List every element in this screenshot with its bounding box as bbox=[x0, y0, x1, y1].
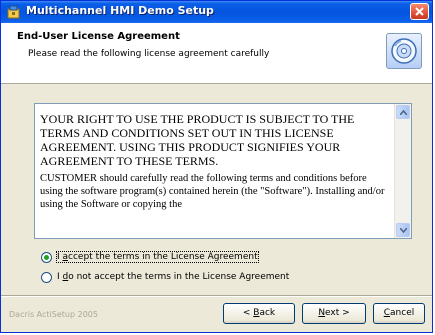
close-button[interactable] bbox=[410, 3, 429, 20]
back-label-post: ack bbox=[259, 308, 276, 318]
title-bar[interactable]: Multichannel HMI Demo Setup bbox=[1, 1, 432, 24]
scroll-down-button[interactable] bbox=[396, 223, 410, 237]
footer-divider bbox=[1, 295, 432, 297]
decline-label-post: o not accept the terms in the License Ag… bbox=[68, 272, 290, 282]
next-label-post: ext > bbox=[325, 308, 350, 318]
page-title: End-User License Agreement bbox=[17, 31, 180, 42]
close-icon bbox=[415, 7, 424, 16]
accept-label[interactable]: I accept the terms in the License Agreem… bbox=[56, 251, 259, 263]
setup-window: Multichannel HMI Demo Setup End-User Lic… bbox=[0, 0, 433, 333]
scroll-up-button[interactable] bbox=[396, 105, 410, 119]
setup-app-icon bbox=[7, 5, 20, 19]
installer-cd-icon bbox=[386, 33, 422, 69]
license-content: YOUR RIGHT TO USE THE PRODUCT IS SUBJECT… bbox=[40, 112, 390, 215]
next-button[interactable]: Next > bbox=[302, 303, 366, 324]
license-paragraph-2: CUSTOMER should carefully read the follo… bbox=[40, 173, 385, 210]
cancel-label-post: ancel bbox=[390, 308, 415, 318]
decline-radio-option[interactable]: I do not accept the terms in the License… bbox=[41, 269, 289, 285]
chevron-down-icon bbox=[400, 228, 407, 233]
back-label-pre: < bbox=[242, 308, 254, 318]
dialog-header: End-User License Agreement Please read t… bbox=[1, 23, 432, 84]
accept-radio-option[interactable]: I accept the terms in the License Agreem… bbox=[41, 249, 259, 265]
installer-brand: Dacris ActiSetup 2005 bbox=[9, 310, 98, 319]
accept-label-post: ccept the terms in the License Agreement bbox=[68, 252, 258, 262]
accept-radio[interactable] bbox=[41, 251, 52, 263]
page-subtitle: Please read the following license agreem… bbox=[28, 49, 270, 59]
cancel-button[interactable]: Cancel bbox=[373, 303, 425, 324]
chevron-up-icon bbox=[400, 110, 407, 115]
license-scrollbar[interactable] bbox=[394, 104, 411, 238]
license-textbox[interactable]: YOUR RIGHT TO USE THE PRODUCT IS SUBJECT… bbox=[34, 103, 412, 239]
decline-label[interactable]: I do not accept the terms in the License… bbox=[57, 272, 289, 282]
window-title: Multichannel HMI Demo Setup bbox=[26, 4, 214, 17]
license-paragraph-1: YOUR RIGHT TO USE THE PRODUCT IS SUBJECT… bbox=[40, 112, 355, 168]
back-button[interactable]: < Back bbox=[223, 303, 295, 324]
decline-radio[interactable] bbox=[41, 271, 52, 283]
